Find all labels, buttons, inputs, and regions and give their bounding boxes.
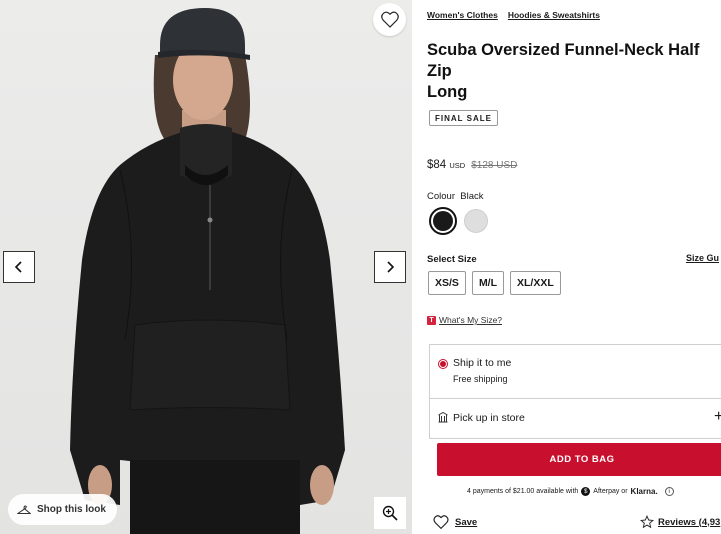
- add-to-bag-button[interactable]: ADD TO BAG: [437, 443, 721, 476]
- sale-price: $84 USD: [427, 159, 466, 171]
- original-price: $128 USD: [471, 160, 518, 171]
- colour-label: Colour Black: [427, 191, 484, 202]
- whats-my-size: T What's My Size?: [427, 315, 502, 325]
- previous-image-button[interactable]: [3, 251, 35, 283]
- hanger-icon: [17, 504, 31, 514]
- product-photo: [0, 0, 412, 534]
- chevron-right-icon: [387, 261, 395, 273]
- shop-this-look-button[interactable]: Shop this look: [8, 494, 117, 525]
- whats-my-size-link[interactable]: What's My Size?: [439, 315, 502, 325]
- product-title-main: Scuba Oversized Funnel-Neck Half Zip: [427, 41, 700, 80]
- save-label: Save: [455, 516, 478, 528]
- selected-colour: Black: [460, 191, 484, 202]
- ship-title: Ship it to me: [453, 357, 512, 369]
- radio-selected-icon: [438, 359, 448, 369]
- zoom-button[interactable]: [374, 497, 406, 529]
- info-icon[interactable]: i: [664, 487, 674, 496]
- pickup-in-store-option[interactable]: Pick up in store +: [430, 399, 721, 439]
- reviews-label: Reviews (4,93: [658, 516, 721, 528]
- final-sale-badge: FINAL SALE: [429, 110, 498, 126]
- price: $84 USD $128 USD: [427, 159, 517, 171]
- pickup-label: Pick up in store: [453, 412, 525, 424]
- next-image-button[interactable]: [374, 251, 406, 283]
- chevron-left-icon: [14, 261, 22, 273]
- product-title: Scuba Oversized Funnel-Neck Half Zip Lon…: [427, 40, 719, 103]
- size-option-xl-xxl[interactable]: XL/XXL: [510, 271, 561, 295]
- store-icon: [438, 412, 448, 423]
- size-option-m-l[interactable]: M/L: [471, 271, 505, 295]
- colour-swatch-grey[interactable]: [464, 209, 488, 233]
- installments-text: 4 payments of $21.00 available with: [467, 488, 579, 495]
- afterpay-icon: $: [581, 487, 591, 496]
- zoom-in-icon: [382, 505, 398, 521]
- klarna-text: Klarna.: [630, 487, 658, 496]
- shop-this-look-label: Shop this look: [37, 504, 106, 515]
- breadcrumb-womens-clothes[interactable]: Women's Clothes: [427, 10, 498, 20]
- product-info-panel: Women's Clothes Hoodies & Sweatshirts Sc…: [427, 0, 721, 534]
- save-button[interactable]: Save: [433, 515, 477, 529]
- select-size-label: Select Size: [427, 254, 477, 265]
- product-title-length: Long: [427, 83, 468, 101]
- installments-info: 4 payments of $21.00 available with $ Af…: [467, 487, 674, 496]
- reviews-link[interactable]: Reviews (4,93: [640, 515, 720, 529]
- size-guide-link[interactable]: Size Gu: [686, 253, 719, 263]
- afterpay-text: Afterpay or: [593, 488, 628, 495]
- colour-swatch-black[interactable]: [429, 207, 457, 235]
- ship-subtitle: Free shipping: [453, 374, 508, 384]
- heart-icon: [380, 11, 399, 28]
- expand-plus-icon[interactable]: +: [714, 408, 721, 426]
- breadcrumb-hoodies-sweatshirts[interactable]: Hoodies & Sweatshirts: [508, 10, 600, 20]
- product-image-gallery[interactable]: Shop this look: [0, 0, 412, 534]
- ship-to-me-option[interactable]: Ship it to me Free shipping: [430, 345, 721, 399]
- fulfilment-options: Ship it to me Free shipping Pick up in s…: [429, 344, 721, 439]
- wishlist-button[interactable]: [373, 3, 406, 36]
- heart-icon: [433, 515, 449, 529]
- fit-tool-icon: T: [427, 315, 436, 325]
- size-option-xs-s[interactable]: XS/S: [428, 271, 466, 295]
- size-options: XS/S M/L XL/XXL: [428, 271, 561, 295]
- star-icon: [640, 515, 654, 529]
- breadcrumb: Women's Clothes Hoodies & Sweatshirts: [427, 10, 600, 20]
